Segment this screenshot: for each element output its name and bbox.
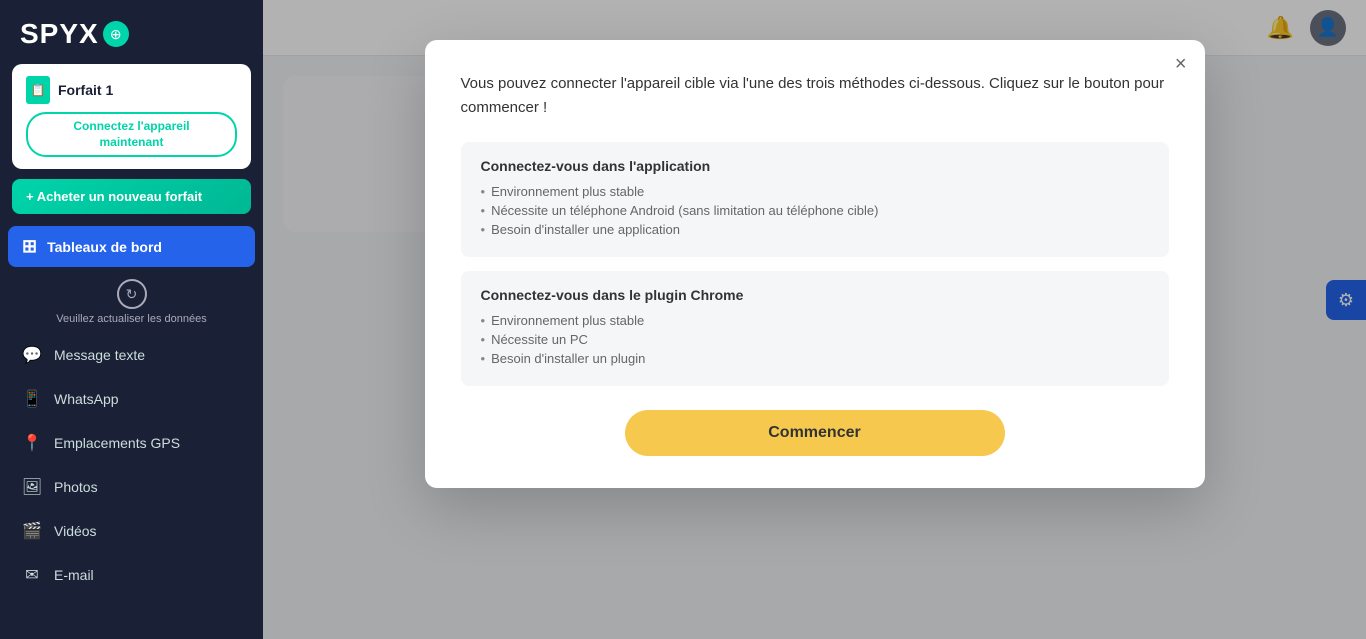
gps-label: Emplacements GPS — [54, 435, 180, 451]
plan-label: Forfait 1 — [58, 82, 113, 98]
method-chrome-title: Connectez-vous dans le plugin Chrome — [481, 287, 1149, 303]
videos-icon: 🎬 — [22, 521, 42, 541]
logo-icon: ⊕ — [103, 21, 129, 47]
new-plan-button[interactable]: + Acheter un nouveau forfait — [12, 179, 251, 214]
method-app-title: Connectez-vous dans l'application — [481, 158, 1149, 174]
message-texte-icon: 💬 — [22, 345, 42, 365]
email-label: E-mail — [54, 567, 94, 583]
refresh-icon: ↻ — [117, 279, 147, 309]
modal-close-button[interactable]: × — [1175, 54, 1187, 74]
gps-icon: 📍 — [22, 433, 42, 453]
sidebar-item-dashboard[interactable]: ⊞ Tableaux de bord — [8, 226, 255, 267]
method-chrome-point-1: Environnement plus stable — [481, 313, 1149, 328]
method-chrome-point-2: Nécessite un PC — [481, 332, 1149, 347]
modal-intro-text: Vous pouvez connecter l'appareil cible v… — [461, 72, 1169, 120]
photos-icon: 🖼 — [22, 477, 42, 497]
whatsapp-label: WhatsApp — [54, 391, 119, 407]
connection-modal: × Vous pouvez connecter l'appareil cible… — [425, 40, 1205, 488]
sidebar-item-message-texte[interactable]: 💬 Message texte — [0, 333, 263, 377]
dashboard-icon: ⊞ — [22, 236, 37, 257]
update-notice: ↻ Veuillez actualiser les données — [0, 271, 263, 333]
update-notice-text: Veuillez actualiser les données — [56, 313, 206, 325]
email-icon: ✉ — [22, 565, 42, 585]
sidebar-plan-card: 📋 Forfait 1 Connectez l'appareil mainten… — [12, 64, 251, 169]
method-app-point-2: Nécessite un téléphone Android (sans lim… — [481, 203, 1149, 218]
sidebar-item-photos[interactable]: 🖼 Photos — [0, 465, 263, 509]
plan-icon: 📋 — [26, 76, 50, 104]
method-app-point-3: Besoin d'installer une application — [481, 222, 1149, 237]
logo: SPYX ⊕ — [0, 0, 263, 64]
sidebar-item-whatsapp[interactable]: 📱 WhatsApp — [0, 377, 263, 421]
modal-overlay: × Vous pouvez connecter l'appareil cible… — [263, 0, 1366, 639]
start-button[interactable]: Commencer — [625, 410, 1005, 456]
main-content: 🔔 👤 0 💬 E-mail ⚙ × Vous pouvez connecter… — [263, 0, 1366, 639]
logo-text: SPYX — [20, 18, 99, 50]
dashboard-label: Tableaux de bord — [47, 239, 162, 255]
whatsapp-icon: 📱 — [22, 389, 42, 409]
sidebar-item-email[interactable]: ✉ E-mail — [0, 553, 263, 597]
method-app-point-1: Environnement plus stable — [481, 184, 1149, 199]
method-app-card: Connectez-vous dans l'application Enviro… — [461, 142, 1169, 257]
videos-label: Vidéos — [54, 523, 97, 539]
sidebar-item-videos[interactable]: 🎬 Vidéos — [0, 509, 263, 553]
plan-title: 📋 Forfait 1 — [26, 76, 237, 104]
message-texte-label: Message texte — [54, 347, 145, 363]
photos-label: Photos — [54, 479, 98, 495]
connect-device-button[interactable]: Connectez l'appareil maintenant — [26, 112, 237, 157]
sidebar-item-emplacements-gps[interactable]: 📍 Emplacements GPS — [0, 421, 263, 465]
sidebar: SPYX ⊕ 📋 Forfait 1 Connectez l'appareil … — [0, 0, 263, 639]
method-chrome-card: Connectez-vous dans le plugin Chrome Env… — [461, 271, 1169, 386]
method-chrome-point-3: Besoin d'installer un plugin — [481, 351, 1149, 366]
